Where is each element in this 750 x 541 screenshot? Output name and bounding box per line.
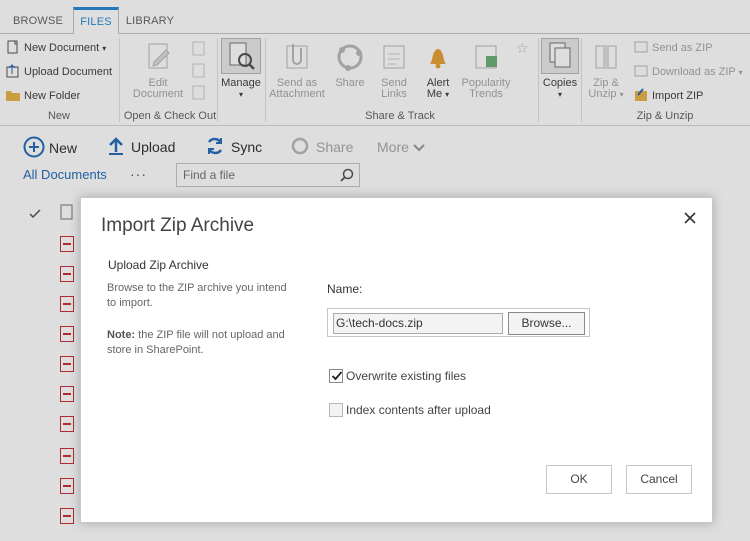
- overwrite-label: Overwrite existing files: [346, 369, 467, 383]
- overwrite-option: Overwrite existing files: [329, 369, 466, 385]
- file-path-input[interactable]: G:\tech-docs.zip: [333, 313, 503, 334]
- cancel-button[interactable]: Cancel: [626, 465, 692, 494]
- index-contents-checkbox[interactable]: [329, 403, 343, 417]
- import-zip-dialog: Import Zip Archive Upload Zip Archive Br…: [80, 197, 713, 523]
- close-icon[interactable]: [682, 210, 698, 226]
- section-description: Browse to the ZIP archive you intend to …: [107, 282, 287, 309]
- index-contents-option: Index contents after upload: [329, 403, 491, 419]
- file-picker: G:\tech-docs.zip Browse...: [327, 308, 590, 337]
- section-title: Upload Zip Archive: [108, 258, 209, 272]
- name-field-label: Name:: [327, 282, 363, 296]
- dialog-title: Import Zip Archive: [101, 215, 255, 236]
- browse-button[interactable]: Browse...: [508, 312, 585, 335]
- overwrite-checkbox[interactable]: [329, 369, 343, 383]
- section-note: Note: the ZIP file will not upload and s…: [107, 328, 297, 358]
- ok-button[interactable]: OK: [546, 465, 612, 494]
- note-label: Note:: [107, 329, 136, 341]
- index-contents-label: Index contents after upload: [346, 403, 491, 417]
